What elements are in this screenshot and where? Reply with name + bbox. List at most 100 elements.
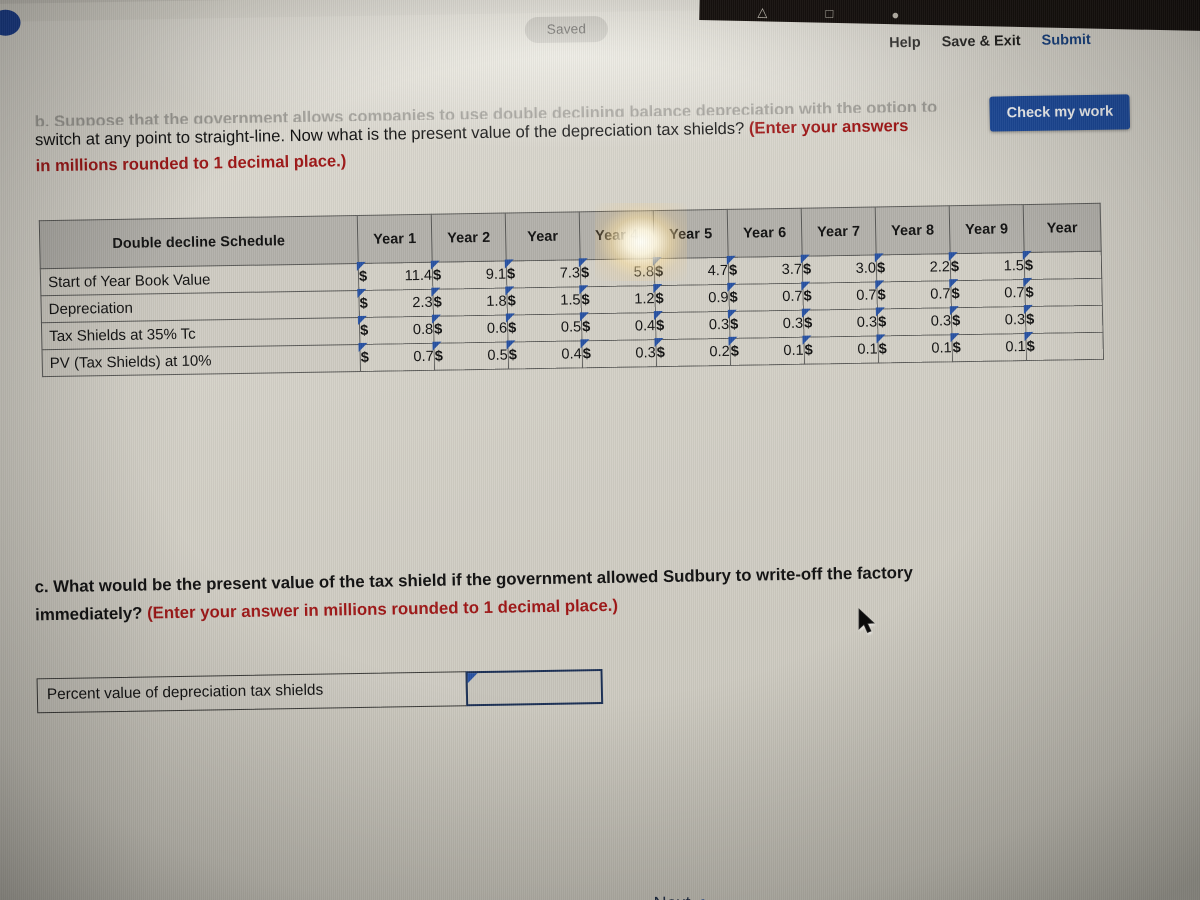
- assignment-toolbar: Help Save & Exit Submit: [889, 30, 1189, 51]
- cell-r3-c8: $0.1: [951, 333, 1027, 362]
- cell-value: 0.3: [635, 345, 656, 362]
- currency-symbol: $: [729, 289, 738, 306]
- currency-symbol: $: [1026, 338, 1035, 356]
- currency-symbol: $: [655, 290, 664, 308]
- cell-value: 0.3: [856, 314, 878, 331]
- cell-value: 0.1: [931, 340, 952, 357]
- currency-symbol: $: [803, 288, 812, 305]
- screen-photo: Saved Help Save & Exit Submit Check my w…: [0, 0, 1200, 900]
- logo-dot-icon: [0, 9, 21, 36]
- cell-r0-c4: $4.7: [654, 257, 729, 286]
- currency-symbol: $: [877, 287, 886, 304]
- cell-value: 0.7: [930, 286, 951, 303]
- cell-r0-c6: $3.0: [802, 254, 877, 284]
- cell-value: 3.7: [781, 261, 803, 279]
- account-icon[interactable]: ●: [891, 7, 899, 22]
- currency-symbol: $: [582, 346, 592, 363]
- cell-r0-c7: $2.2: [876, 253, 951, 282]
- currency-symbol: $: [360, 349, 370, 366]
- cell-r0-c2: $7.3: [506, 259, 581, 289]
- header-year-10: Year: [1023, 203, 1102, 253]
- cell-r1-c7: $0.7: [876, 280, 952, 309]
- next-question-button[interactable]: Next ›: [653, 889, 708, 900]
- header-year-4: Year 4: [579, 210, 655, 260]
- cell-value: 0.3: [930, 313, 952, 330]
- cell-value: 0.1: [857, 341, 878, 358]
- home-icon[interactable]: △: [757, 4, 767, 19]
- currency-symbol: $: [1024, 257, 1034, 275]
- header-year-3: Year: [505, 211, 581, 262]
- cell-r2-c5: $0.3: [729, 310, 804, 339]
- question-b-line-3-red: in millions rounded to 1 decimal place.): [35, 151, 347, 176]
- cell-value: 1.8: [486, 293, 507, 310]
- cell-r1-c4: $0.9: [654, 284, 730, 313]
- currency-symbol: $: [507, 293, 516, 310]
- window-icon[interactable]: □: [825, 6, 833, 21]
- cell-r3-c1: $0.5: [433, 342, 509, 371]
- cell-value: 0.7: [1004, 285, 1025, 302]
- cell-value: 1.2: [634, 291, 655, 308]
- cell-value: 0.3: [782, 315, 804, 333]
- cell-value: 1.5: [560, 292, 581, 309]
- submit-link[interactable]: Submit: [1041, 32, 1090, 49]
- currency-symbol: $: [730, 343, 740, 360]
- header-year-2: Year 2: [431, 213, 507, 263]
- cell-r3-c3: $0.3: [581, 339, 657, 368]
- prev-question-button[interactable]: ‹: [519, 895, 525, 900]
- cell-r0-c1: $9.1: [432, 261, 507, 290]
- cell-value: 0.1: [783, 342, 804, 360]
- cell-value: 0.3: [1004, 312, 1026, 329]
- cell-r2-c4: $0.3: [655, 311, 730, 340]
- currency-symbol: $: [581, 292, 590, 309]
- cell-value: 9.1: [485, 266, 507, 283]
- cell-r1-c9: $: [1024, 278, 1103, 307]
- cell-value: 11.4: [404, 267, 433, 285]
- cell-r2-c2: $0.5: [507, 313, 582, 343]
- assignment-page: Saved Help Save & Exit Submit Check my w…: [0, 1, 1200, 900]
- question-b-line-2-red: (Enter your answers: [748, 115, 909, 138]
- check-my-work-button[interactable]: Check my work: [989, 94, 1131, 132]
- cell-value: 2.2: [929, 259, 951, 276]
- currency-symbol: $: [952, 340, 961, 357]
- answer-input-cell[interactable]: [465, 669, 604, 707]
- cell-value: 0.7: [413, 348, 434, 366]
- cell-value: 0.4: [561, 346, 582, 363]
- cell-value: 0.1: [1005, 339, 1026, 356]
- question-c-text: c. What would be the present value of th…: [34, 555, 1155, 629]
- help-link[interactable]: Help: [889, 35, 921, 52]
- cell-r0-c5: $3.7: [728, 256, 803, 285]
- header-year-1: Year 1: [357, 214, 433, 264]
- header-corner: Double decline Schedule: [39, 215, 359, 269]
- cell-r3-c5: $0.1: [729, 337, 805, 366]
- question-c-line-2-red: (Enter your answer in millions rounded t…: [146, 595, 619, 623]
- cell-value: 0.9: [708, 289, 729, 307]
- cell-value: 0.5: [487, 347, 508, 364]
- next-question-label: Next: [653, 892, 690, 900]
- save-and-exit-link[interactable]: Save & Exit: [941, 33, 1020, 50]
- answer-entry-row: Percent value of depreciation tax shield…: [36, 669, 604, 714]
- cell-r2-c7: $0.3: [877, 307, 952, 336]
- header-year-5: Year 5: [653, 209, 729, 259]
- cell-value: 0.7: [856, 287, 877, 304]
- cell-value: 0.3: [708, 316, 730, 334]
- cell-r2-c8: $0.3: [951, 306, 1026, 335]
- currency-symbol: $: [655, 317, 665, 335]
- row-label: PV (Tax Shields) at 10%: [42, 344, 361, 377]
- cell-r2-c6: $0.3: [803, 308, 878, 338]
- currency-symbol: $: [580, 265, 590, 282]
- currency-symbol: $: [434, 348, 444, 365]
- cell-r1-c0: $2.3: [358, 289, 434, 318]
- question-c-line-2-text: immediately?: [34, 603, 148, 625]
- currency-symbol: $: [433, 294, 442, 311]
- chevron-right-icon: ›: [700, 889, 708, 900]
- cell-r3-c7: $0.1: [877, 334, 953, 363]
- status-badge-saved: Saved: [524, 15, 609, 44]
- currency-symbol: $: [804, 342, 814, 359]
- cell-value: 0.2: [709, 343, 730, 361]
- cell-r1-c6: $0.7: [802, 281, 878, 311]
- present-value-tax-shields-input[interactable]: [467, 671, 602, 705]
- currency-symbol: $: [654, 263, 664, 281]
- currency-symbol: $: [1025, 284, 1034, 302]
- currency-symbol: $: [432, 267, 442, 284]
- currency-symbol: $: [729, 316, 739, 333]
